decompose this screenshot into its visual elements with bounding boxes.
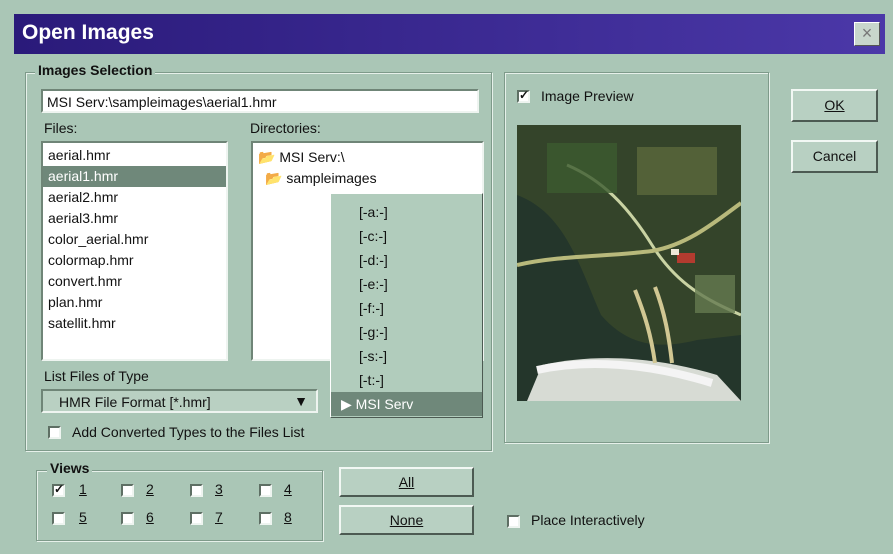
place-interactively-checkbox[interactable] <box>507 515 520 528</box>
view-8-label: 8 <box>284 509 292 525</box>
view-7-checkbox[interactable] <box>190 512 203 525</box>
open-folder-icon: 📂 <box>258 149 276 165</box>
open-folder-icon: 📂 <box>265 170 283 186</box>
chevron-down-icon: ▼ <box>294 393 308 409</box>
view-7-label: 7 <box>215 509 223 525</box>
list-files-type-label: List Files of Type <box>44 368 149 384</box>
list-item[interactable]: aerial.hmr <box>43 145 226 166</box>
view-4-label: 4 <box>284 481 292 497</box>
drive-option[interactable]: [-f:-] <box>331 296 482 320</box>
open-images-dialog: Open Images × Images Selection MSI Serv:… <box>0 0 893 554</box>
drive-option-selected[interactable]: ▶ MSI Serv <box>331 392 482 416</box>
view-6-label: 6 <box>146 509 154 525</box>
view-1-checkbox[interactable] <box>52 482 65 497</box>
list-item[interactable]: convert.hmr <box>43 271 226 292</box>
window-title: Open Images <box>22 21 154 44</box>
list-item[interactable]: aerial1.hmr <box>43 166 226 187</box>
directories-label: Directories: <box>250 120 321 136</box>
image-preview-checkbox[interactable] <box>517 88 530 103</box>
files-list[interactable]: aerial.hmr aerial1.hmr aerial2.hmr aeria… <box>41 141 228 361</box>
view-8-checkbox[interactable] <box>259 512 272 525</box>
drive-option[interactable]: [-a:-] <box>331 200 482 224</box>
title-bar: Open Images × <box>14 14 885 54</box>
view-6-checkbox[interactable] <box>121 512 134 525</box>
files-label: Files: <box>44 120 78 136</box>
path-value: MSI Serv:\sampleimages\aerial1.hmr <box>47 94 277 110</box>
drive-option[interactable]: [-d:-] <box>331 248 482 272</box>
path-input[interactable]: MSI Serv:\sampleimages\aerial1.hmr <box>41 89 479 113</box>
add-converted-label: Add Converted Types to the Files List <box>72 424 305 440</box>
views-label: Views <box>47 460 93 476</box>
list-item[interactable]: aerial2.hmr <box>43 187 226 208</box>
file-type-select[interactable]: HMR File Format [*.hmr] ▼ <box>41 389 318 413</box>
close-icon: × <box>861 23 873 43</box>
drive-option[interactable]: [-s:-] <box>331 344 482 368</box>
drive-option[interactable]: [-g:-] <box>331 320 482 344</box>
list-item[interactable]: color_aerial.hmr <box>43 229 226 250</box>
none-button[interactable]: None <box>339 505 474 535</box>
list-item[interactable]: plan.hmr <box>43 292 226 313</box>
place-interactively-label: Place Interactively <box>531 512 645 528</box>
directory-item[interactable]: 📂 MSI Serv:\ <box>253 147 482 168</box>
drive-dropdown-list[interactable]: [-a:-] [-c:-] [-d:-] [-e:-] [-f:-] [-g:-… <box>330 193 483 418</box>
drive-option[interactable]: [-t:-] <box>331 368 482 392</box>
view-3-checkbox[interactable] <box>190 484 203 497</box>
view-5-checkbox[interactable] <box>52 512 65 525</box>
view-1-label: 1 <box>79 481 87 497</box>
close-button[interactable]: × <box>854 22 880 46</box>
view-2-label: 2 <box>146 481 154 497</box>
drive-option[interactable]: [-c:-] <box>331 224 482 248</box>
images-selection-label: Images Selection <box>35 62 156 78</box>
list-item[interactable]: colormap.hmr <box>43 250 226 271</box>
image-preview-label: Image Preview <box>541 88 634 104</box>
list-item[interactable]: satellit.hmr <box>43 313 226 334</box>
directory-item[interactable]: 📂 sampleimages <box>253 168 482 189</box>
ok-button[interactable]: OK <box>791 89 878 122</box>
view-3-label: 3 <box>215 481 223 497</box>
view-4-checkbox[interactable] <box>259 484 272 497</box>
triangle-right-icon: ▶ <box>341 396 356 412</box>
add-converted-checkbox[interactable] <box>48 426 61 439</box>
aerial-preview-image <box>517 125 741 401</box>
all-button[interactable]: All <box>339 467 474 497</box>
view-2-checkbox[interactable] <box>121 484 134 497</box>
view-5-label: 5 <box>79 509 87 525</box>
list-item[interactable]: aerial3.hmr <box>43 208 226 229</box>
cancel-button[interactable]: Cancel <box>791 140 878 173</box>
drive-option[interactable]: [-e:-] <box>331 272 482 296</box>
